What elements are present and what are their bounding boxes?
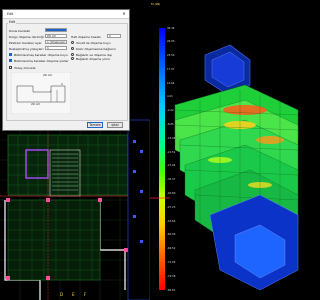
field-input-1[interactable]	[45, 28, 67, 32]
checkbox-2[interactable]	[9, 59, 12, 62]
field-label-3: Ekstrem beraber ayar	[9, 41, 42, 45]
preview-side-label: 1	[61, 82, 63, 86]
preview-bottom-label: 20 cm	[31, 102, 41, 106]
checkbox-label-1: Bütünlenmeş beraber döşeme kuyu	[14, 53, 68, 57]
grid-label-d: D	[60, 292, 64, 297]
field-label-1: Dosis bardaklı	[9, 29, 31, 33]
grid-label-e: E	[72, 292, 75, 297]
right-input-1[interactable]: 1	[107, 34, 121, 38]
checkbox-3[interactable]	[9, 66, 12, 69]
cancel-button[interactable]: iptal	[107, 122, 123, 128]
field-input-2[interactable]: 20 cm	[45, 34, 67, 38]
radio-option-2[interactable]	[71, 47, 74, 50]
section-preview	[11, 72, 71, 114]
grid-label-f: F	[84, 292, 87, 297]
right-label-1: Hati döşeme hesabı	[71, 35, 101, 39]
result-3d-view[interactable]: Fz (kN) 36.36 29.93 23.50 17.07 10.64 4.21 -2.…	[150, 0, 300, 300]
dialog-titlebar[interactable]: Edit ✕	[3, 10, 129, 19]
radio-option-1[interactable]	[71, 41, 74, 44]
close-icon[interactable]: ✕	[121, 11, 127, 17]
radio-label-4: Bağlantı döşeme yönü	[76, 57, 110, 61]
checkbox-label-2: Bütünlenmiş beraber döşeme yüzler	[14, 59, 69, 63]
radio-option-3[interactable]	[71, 53, 74, 56]
radio-option-4[interactable]	[71, 57, 74, 60]
ok-button[interactable]: Tamam	[87, 122, 103, 128]
dialog-title: Edit	[7, 12, 14, 16]
field-input-3[interactable]: 1 dimension	[45, 40, 67, 44]
checkbox-label-3: Yüzey donukla	[14, 66, 36, 70]
field-label-4: Ruslaştırılmış yüzeyleri	[9, 47, 44, 51]
field-label-2: Dolgu döşeme derinliği	[9, 35, 44, 39]
radio-label-2: Kolor döşemesine bağlanır	[76, 47, 116, 51]
field-input-4[interactable]: 1	[45, 46, 67, 50]
group-label: Edit	[8, 20, 17, 24]
edit-dialog[interactable]: Edit ✕ Edit Dosis bardaklı Dolgu döşeme …	[2, 9, 130, 131]
model-3d-canvas[interactable]	[150, 0, 300, 300]
preview-top-label: 20 cm	[43, 73, 53, 77]
checkbox-1[interactable]	[9, 53, 12, 56]
radio-label-1: Yonalt ile döşeme kuyu	[76, 41, 111, 45]
